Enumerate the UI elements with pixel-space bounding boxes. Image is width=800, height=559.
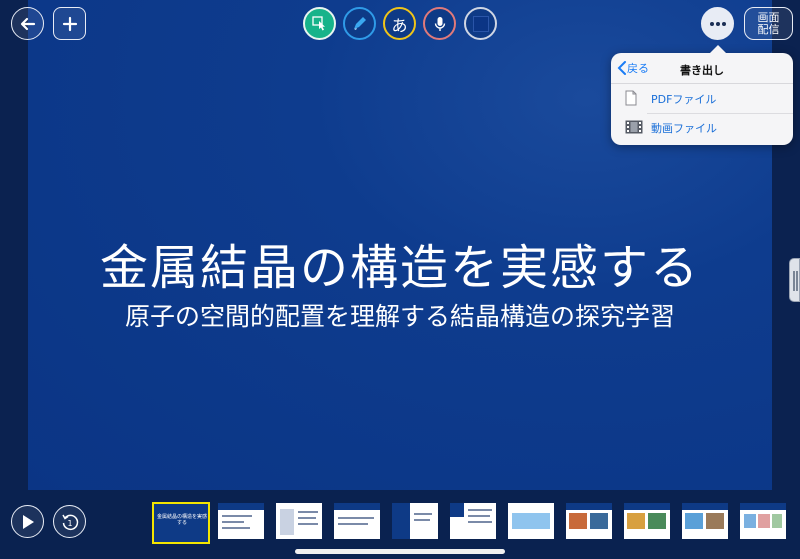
- voice-tool-button[interactable]: [423, 7, 456, 40]
- play-button[interactable]: [11, 505, 44, 538]
- export-menu-title: 書き出し: [680, 64, 724, 77]
- export-video-item[interactable]: 動画ファイル: [625, 113, 793, 142]
- back-button[interactable]: [11, 7, 44, 40]
- side-panel-handle[interactable]: [789, 258, 800, 302]
- home-indicator: [295, 549, 505, 554]
- add-slide-button[interactable]: [53, 7, 86, 40]
- ellipsis-icon: [709, 21, 726, 26]
- thumbnail-active[interactable]: 金属結晶の構造を実感する: [152, 502, 210, 544]
- color-tool-button[interactable]: [464, 7, 497, 40]
- thumbnail[interactable]: [218, 503, 264, 539]
- arrow-left-icon: [20, 17, 35, 30]
- more-menu-button[interactable]: [701, 7, 734, 40]
- thumbnail[interactable]: [450, 503, 496, 539]
- export-pdf-item[interactable]: PDFファイル: [611, 84, 793, 113]
- thumbnail-active-caption: 金属結晶の構造を実感する: [156, 514, 207, 526]
- film-icon: [625, 120, 643, 134]
- plus-icon: [62, 16, 77, 31]
- thumbnail[interactable]: [334, 503, 380, 539]
- slide-title[interactable]: 金属結晶の構造を実感する: [28, 228, 772, 298]
- thumbnail[interactable]: [566, 503, 612, 539]
- thumbnail[interactable]: [392, 503, 438, 539]
- thumbnail[interactable]: [682, 503, 728, 539]
- thumbnail[interactable]: [740, 503, 786, 539]
- export-pdf-label: PDFファイル: [651, 92, 717, 106]
- export-menu-header: 戻る 書き出し: [611, 53, 793, 84]
- text-tool-button[interactable]: あ: [383, 7, 416, 40]
- left-margin: [0, 0, 28, 559]
- slide-subtitle[interactable]: 原子の空間的配置を理解する結晶構造の探究学習: [28, 297, 772, 333]
- thumbnail[interactable]: [276, 503, 322, 539]
- pointer-tool-button[interactable]: [303, 7, 336, 40]
- svg-text:1: 1: [67, 519, 72, 528]
- pen-tool-button[interactable]: [343, 7, 376, 40]
- replay-one-icon: 1: [61, 514, 78, 530]
- document-icon: [625, 90, 637, 106]
- square-swatch-icon: [472, 15, 489, 32]
- hand-pointer-icon: [311, 15, 325, 30]
- marker-icon: [353, 16, 366, 30]
- screen-broadcast-button[interactable]: 画面 配信: [744, 7, 793, 40]
- text-tool-label: あ: [391, 15, 408, 35]
- thumbnail[interactable]: [624, 503, 670, 539]
- microphone-icon: [434, 16, 445, 31]
- replay-button[interactable]: 1: [53, 505, 86, 538]
- play-icon: [22, 514, 34, 529]
- thumbnail[interactable]: [508, 503, 554, 539]
- export-menu: 戻る 書き出し PDFファイル 動画ファイル: [611, 45, 793, 145]
- export-video-label: 動画ファイル: [651, 122, 717, 135]
